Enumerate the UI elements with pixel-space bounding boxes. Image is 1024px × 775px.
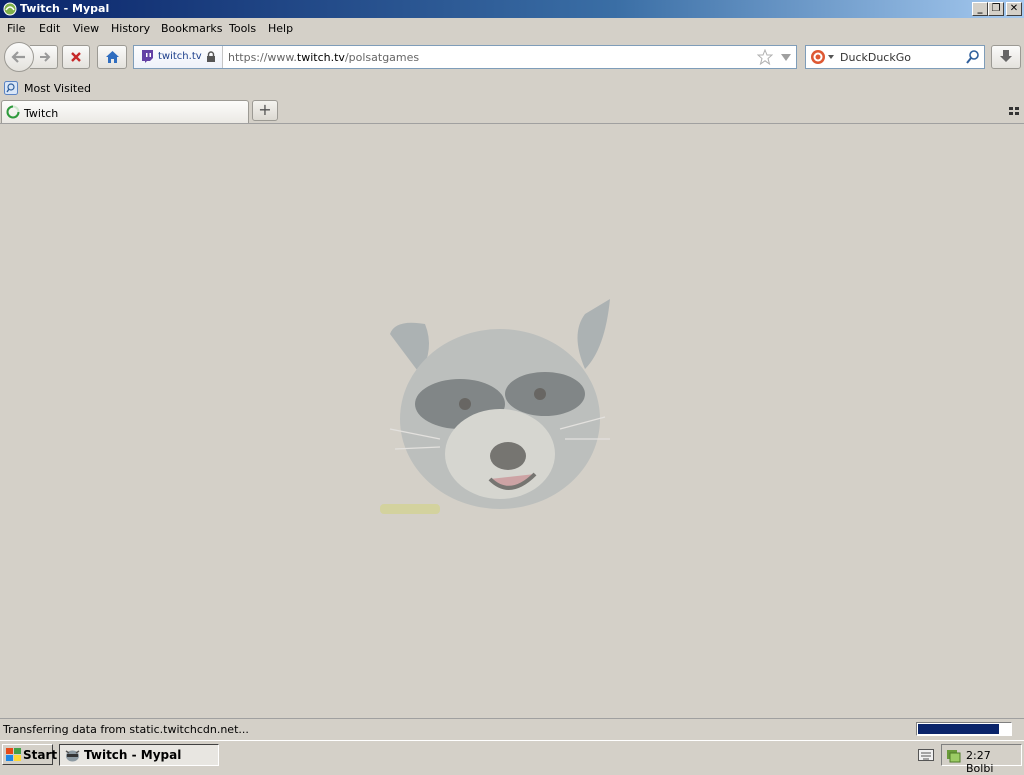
engine-dropdown-icon[interactable] [828,55,834,59]
taskbar-button-mypal[interactable]: Twitch - Mypal [59,744,219,766]
menu-view[interactable]: View [73,22,99,35]
menu-help[interactable]: Help [268,22,293,35]
tab-twitch[interactable]: Twitch [1,100,249,123]
downloads-button[interactable] [991,45,1021,69]
clock: 2:27 Bolbi [966,749,994,775]
restore-button[interactable]: ❐ [988,2,1004,16]
taskbar-button-label: Twitch - Mypal [84,748,182,762]
search-input[interactable]: DuckDuckGo [840,51,911,64]
windows-logo-icon [6,748,21,761]
menu-bar: File Edit View History Bookmarks Tools H… [0,20,1024,38]
stop-button[interactable] [62,45,90,69]
window-title: Twitch - Mypal [20,2,110,15]
identity-site-label: twitch.tv [158,51,202,62]
most-visited-folder-icon [4,81,18,95]
url-path: /polsatgames [344,51,420,64]
page-content [0,124,1024,718]
home-icon [106,51,119,63]
download-arrow-icon [1000,50,1012,62]
plus-icon: + [258,100,272,119]
loading-raccoon-image [380,299,610,514]
menu-bookmarks[interactable]: Bookmarks [161,22,222,35]
restore-icon: ❐ [991,3,1001,14]
search-bar[interactable]: DuckDuckGo [805,45,985,69]
start-button[interactable]: Start [2,744,57,765]
url-prefix: https://www. [228,51,297,64]
keyboard-layout-icon[interactable] [918,749,934,761]
system-tray: 2:27 Bolbi [941,744,1022,775]
most-visited-label: Most Visited [24,82,91,95]
progress-fill [918,724,999,734]
menu-edit[interactable]: Edit [39,22,60,35]
start-label: Start [23,748,58,762]
status-bar: Transferring data from static.twitchcdn.… [0,718,1024,739]
back-button[interactable] [4,42,34,72]
bookmarks-toolbar: Most Visited [0,78,1024,98]
url-host: twitch.tv [296,51,345,64]
title-bar: Twitch - Mypal _ ❐ ✕ [0,0,1024,18]
mypal-app-icon [3,2,17,16]
status-text: Transferring data from static.twitchcdn.… [3,723,249,736]
close-button[interactable]: ✕ [1006,2,1022,16]
loading-spinner-icon [6,105,20,119]
navigation-toolbar: twitch.tv https://www.twitch.tv/polsatga… [0,42,1024,72]
tray-app-icon[interactable] [946,748,961,763]
url-text: https://www.twitch.tv/polsatgames [228,51,419,64]
site-identity-box[interactable]: twitch.tv [134,46,223,68]
address-bar[interactable]: twitch.tv https://www.twitch.tv/polsatga… [133,45,797,69]
url-dropdown-icon[interactable] [781,54,791,61]
back-forward-group [4,42,58,72]
padlock-icon [207,51,215,62]
duckduckgo-icon[interactable] [810,49,826,65]
bookmark-star-icon[interactable] [757,49,773,65]
forward-button[interactable] [30,45,58,69]
search-icon[interactable] [966,50,979,64]
raccoon-app-icon [65,750,80,762]
progress-bar [916,722,1012,736]
minimize-button[interactable]: _ [972,2,988,16]
list-all-tabs-icon[interactable] [1009,107,1019,115]
back-arrow-icon [11,51,25,63]
forward-arrow-icon [40,52,51,62]
stop-x-icon [71,52,81,62]
minimize-icon: _ [977,3,983,14]
new-tab-button[interactable]: + [252,100,278,121]
menu-file[interactable]: File [7,22,25,35]
home-button[interactable] [97,45,127,69]
taskbar: Start Twitch - Mypal 2:27 Bolbi [0,740,1024,775]
menu-tools[interactable]: Tools [229,22,256,35]
tab-strip: Twitch + [0,98,1024,124]
menu-history[interactable]: History [111,22,150,35]
close-icon: ✕ [1009,3,1019,14]
twitch-favicon-icon [142,50,153,63]
tab-label: Twitch [24,107,59,120]
